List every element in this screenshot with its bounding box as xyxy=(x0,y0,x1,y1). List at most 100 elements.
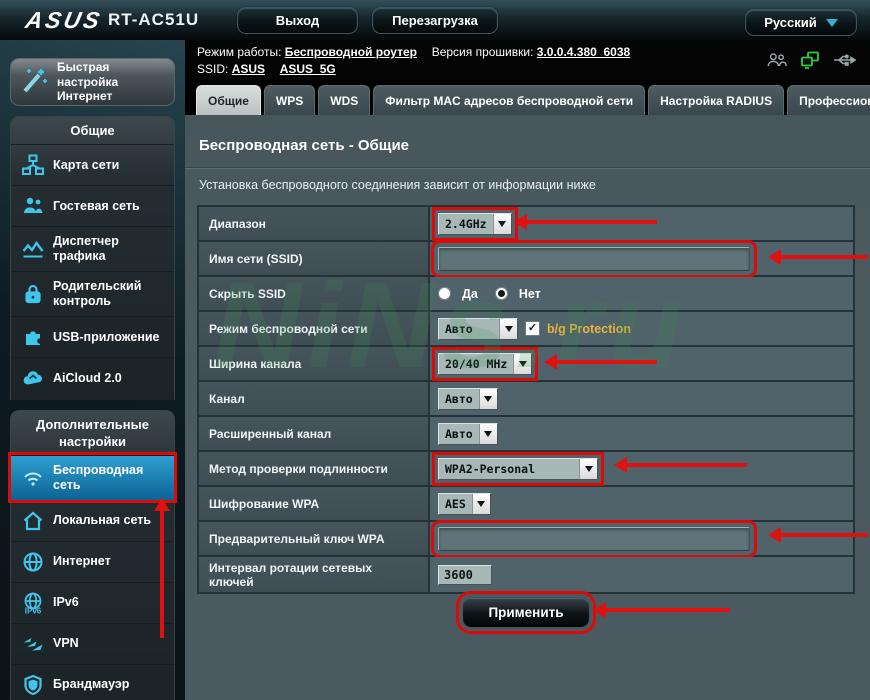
ipv6-icon: IPv6 xyxy=(21,591,45,615)
home-icon xyxy=(21,509,45,533)
sidebar-item-parental-control[interactable]: Родительский контроль xyxy=(11,271,174,316)
main-content: Беспроводная сеть - Общие Установка бесп… xyxy=(185,115,870,700)
auth-method-select[interactable]: WPA2-Personal xyxy=(432,451,604,486)
sidebar-item-label: AiCloud 2.0 xyxy=(53,370,122,385)
band-select-value: 2.4GHz xyxy=(445,216,487,231)
ssid-link-24[interactable]: ASUS xyxy=(232,62,265,76)
sidebar-section-advanced: Дополнительные настройки Беспроводная се… xyxy=(8,410,177,700)
quick-setup-button[interactable]: Быстрая настройка Интернет xyxy=(10,58,175,106)
chevron-down-icon xyxy=(478,388,497,409)
sidebar-item-vpn[interactable]: VPN xyxy=(11,622,174,664)
chevron-down-icon xyxy=(579,458,597,479)
sidebar-item-firewall[interactable]: Брандмауэр xyxy=(11,663,174,700)
logout-button[interactable]: Выход xyxy=(237,7,358,34)
table-row-auth-method: Метод проверки подлинности WPA2-Personal xyxy=(199,451,853,487)
sidebar-item-label: Локальная сеть xyxy=(53,513,152,528)
tab-general[interactable]: Общие xyxy=(196,85,261,115)
sidebar-item-label: IPv6 xyxy=(53,595,79,610)
annotation-arrow-apply xyxy=(593,602,730,618)
sidebar-item-traffic-manager[interactable]: Диспетчер трафика xyxy=(11,226,174,271)
sidebar-item-wan[interactable]: Интернет xyxy=(11,540,174,582)
sidebar-item-label: Гостевая сеть xyxy=(53,198,140,213)
tab-mac-filter[interactable]: Фильтр MAC адресов беспроводной сети xyxy=(373,85,646,115)
chevron-down-icon xyxy=(478,423,497,444)
reboot-button[interactable]: Перезагрузка xyxy=(372,7,498,34)
annotation-arrow-wireless-item xyxy=(154,498,170,638)
tab-wps[interactable]: WPS xyxy=(263,85,316,115)
sidebar-item-label: Интернет xyxy=(53,554,111,569)
wand-icon xyxy=(19,63,49,102)
usb-status-icon[interactable] xyxy=(832,53,857,70)
sidebar-item-lan[interactable]: Локальная сеть xyxy=(11,499,174,541)
apply-button[interactable]: Применить xyxy=(456,591,596,634)
field-label: Расширенный канал xyxy=(199,417,430,450)
sidebar-item-guest-network[interactable]: Гостевая сеть xyxy=(11,185,174,226)
lan-status-icon[interactable] xyxy=(800,51,820,72)
vpn-icon xyxy=(21,632,45,656)
table-row-channel-width: Ширина канала 20/40 MHz xyxy=(199,346,853,382)
table-row-wpa-key: Предварительный ключ WPA xyxy=(199,519,853,558)
sidebar-item-usb-application[interactable]: USB-приложение xyxy=(11,316,174,357)
field-label: Скрыть SSID xyxy=(199,277,430,310)
traffic-manager-icon xyxy=(21,237,45,261)
sidebar-item-ipv6[interactable]: IPv6 IPv6 xyxy=(11,581,174,623)
svg-text:IPv6: IPv6 xyxy=(25,606,42,615)
field-label: Режим беспроводной сети xyxy=(199,312,430,345)
operation-mode-link[interactable]: Беспроводной роутер xyxy=(285,45,417,59)
band-select[interactable]: 2.4GHz xyxy=(432,206,518,241)
bg-protection-checkbox[interactable] xyxy=(525,321,540,336)
key-rotation-input[interactable] xyxy=(438,564,492,585)
sidebar-item-label: USB-приложение xyxy=(53,329,160,344)
channel-value: Авто xyxy=(445,391,473,406)
firmware-version-link[interactable]: 3.0.0.4.380_6038 xyxy=(537,45,630,59)
sidebar: Быстрая настройка Интернет Общие Карта с… xyxy=(0,40,185,700)
hide-ssid-no-radio[interactable] xyxy=(494,287,508,300)
channel-select[interactable]: Авто xyxy=(438,387,498,410)
sidebar-item-wireless[interactable]: Беспроводная сеть xyxy=(8,451,177,503)
wifi-icon xyxy=(21,466,45,490)
divider xyxy=(185,167,870,169)
field-label: Предварительный ключ WPA xyxy=(199,522,430,555)
channel-width-select[interactable]: 20/40 MHz xyxy=(431,346,539,381)
sidebar-item-label: Брандмауэр xyxy=(53,677,130,692)
shield-icon xyxy=(21,673,45,697)
field-label: Диапазон xyxy=(199,207,430,240)
top-bar: ASUS RT-AC51U Выход Перезагрузка Русский xyxy=(0,0,870,40)
sidebar-item-label: Родительский контроль xyxy=(53,279,142,309)
wpa-encryption-select[interactable]: AES xyxy=(438,492,491,515)
bg-protection-label: b/g Protection xyxy=(547,321,632,336)
annotation-arrow-channel-width xyxy=(544,354,657,370)
ssid-link-5g[interactable]: ASUS_5G xyxy=(280,62,336,76)
page-subtitle: Установка беспроводного соединения завис… xyxy=(199,178,596,192)
status-bar: Режим работы: Беспроводной роутер Версия… xyxy=(185,40,870,80)
clients-icon[interactable] xyxy=(766,52,788,71)
sidebar-item-network-map[interactable]: Карта сети xyxy=(11,144,174,185)
wpa-key-input[interactable] xyxy=(431,519,757,558)
tab-radius[interactable]: Настройка RADIUS xyxy=(648,85,785,115)
wireless-mode-value: Авто xyxy=(445,321,473,336)
radio-label-no: Нет xyxy=(518,286,541,301)
sidebar-item-label: Беспроводная сеть xyxy=(53,462,144,492)
annotation-arrow-wpa-key xyxy=(768,527,868,543)
table-row-wireless-mode: Режим беспроводной сети Авто b/g Protect… xyxy=(199,312,853,347)
sidebar-item-label: Карта сети xyxy=(53,157,120,172)
tab-professional[interactable]: Профессионально xyxy=(787,85,870,115)
sidebar-item-aicloud[interactable]: AiCloud 2.0 xyxy=(11,357,174,398)
ssid-input[interactable] xyxy=(431,239,757,278)
ssid-label: SSID: xyxy=(197,62,229,76)
tab-wds[interactable]: WDS xyxy=(318,85,371,115)
hide-ssid-yes-radio[interactable] xyxy=(438,287,451,300)
operation-mode-label: Режим работы: xyxy=(197,45,282,59)
asus-logo: ASUS xyxy=(23,7,105,33)
table-row-key-rotation: Интервал ротации сетевых ключей xyxy=(199,557,853,592)
router-model: RT-AC51U xyxy=(108,10,200,29)
wireless-mode-select[interactable]: Авто xyxy=(438,317,518,340)
annotation-arrow-auth-method xyxy=(614,457,747,473)
language-dropdown[interactable]: Русский xyxy=(745,9,857,36)
router-admin-page: ASUS RT-AC51U Выход Перезагрузка Русский… xyxy=(0,0,870,700)
extension-channel-select[interactable]: Авто xyxy=(438,422,498,445)
field-label: Шифрование WPA xyxy=(199,487,430,520)
table-row-ssid: Имя сети (SSID) xyxy=(199,239,853,278)
language-label: Русский xyxy=(764,15,817,30)
lock-icon xyxy=(21,282,45,306)
